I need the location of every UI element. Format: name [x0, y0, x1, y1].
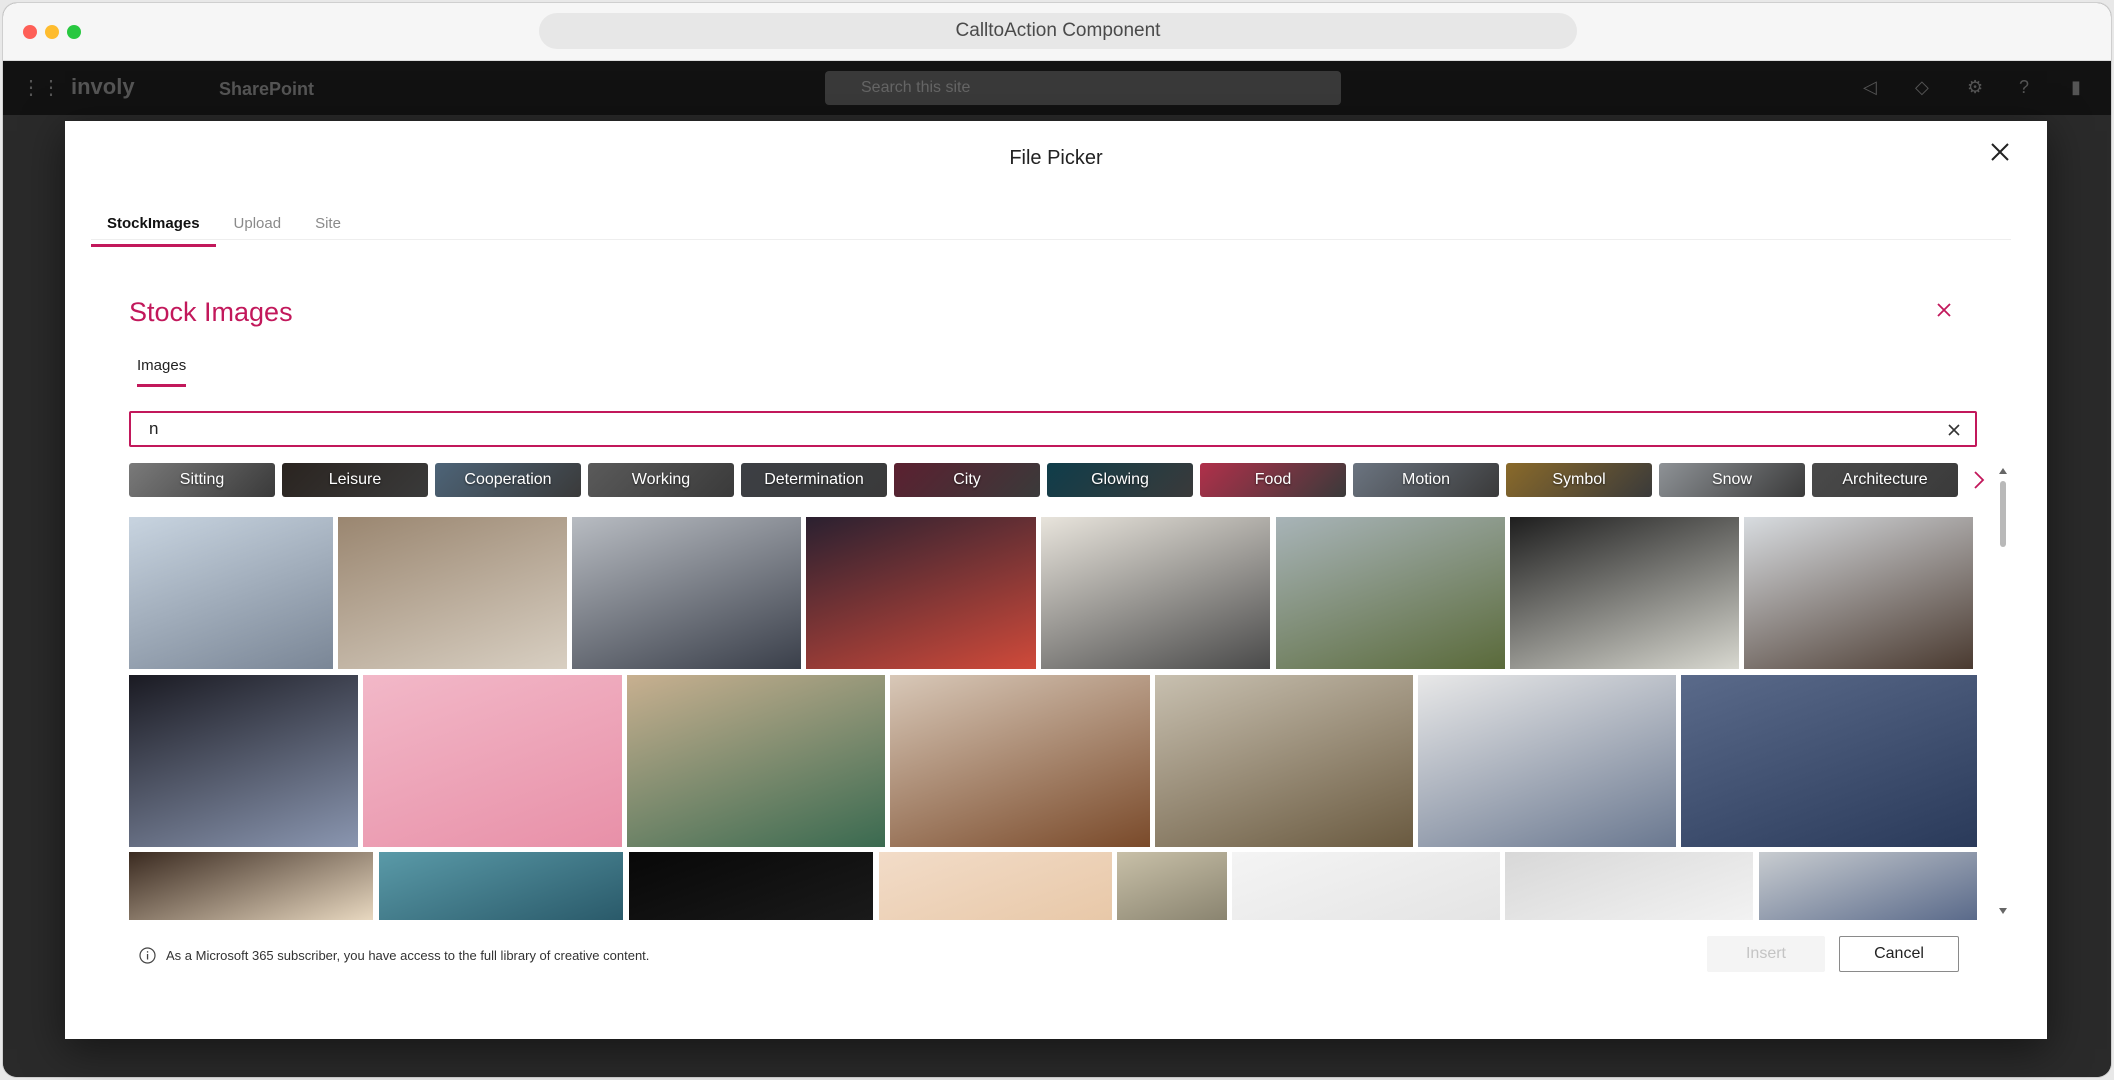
insert-button[interactable]: Insert — [1707, 936, 1825, 972]
category-chip[interactable]: Glowing — [1047, 463, 1193, 497]
category-chip[interactable]: Food — [1200, 463, 1346, 497]
stock-images-heading: Stock Images — [129, 297, 293, 327]
file-picker-dialog: File Picker StockImages Upload Site Stoc… — [65, 121, 2047, 1039]
stock-image-thumbnail[interactable] — [627, 675, 885, 847]
stock-image-thumbnail[interactable] — [1276, 517, 1505, 669]
cancel-button[interactable]: Cancel — [1839, 936, 1959, 972]
stock-image-thumbnail[interactable] — [1232, 852, 1500, 920]
tab-stockimages[interactable]: StockImages — [91, 203, 216, 247]
scrollbar-thumb[interactable] — [2000, 481, 2006, 547]
stock-image-thumbnail[interactable] — [629, 852, 873, 920]
stock-image-thumbnail[interactable] — [879, 852, 1112, 920]
topbar-actions: ◁ ◇ ⚙ ? ▮ — [1863, 77, 2091, 97]
category-chip[interactable]: Leisure — [282, 463, 428, 497]
site-search-input[interactable]: Search this site — [825, 71, 1341, 105]
picker-tabs: StockImages Upload Site — [91, 203, 359, 247]
app-launcher-icon[interactable]: ⋮⋮ — [21, 77, 61, 99]
stock-image-thumbnail[interactable] — [1759, 852, 1977, 920]
tab-images[interactable]: Images — [137, 357, 187, 387]
stock-image-thumbnail[interactable] — [363, 675, 622, 847]
category-chips: Sitting Leisure Cooperation Working Determin… — [129, 463, 1958, 497]
tab-upload[interactable]: Upload — [218, 203, 298, 247]
minimize-window-button[interactable] — [45, 25, 59, 39]
category-chip[interactable]: Motion — [1353, 463, 1499, 497]
category-chip[interactable]: Cooperation — [435, 463, 581, 497]
stock-image-thumbnail[interactable] — [1744, 517, 1973, 669]
category-chip[interactable]: Snow — [1659, 463, 1805, 497]
stock-image-thumbnail[interactable] — [1510, 517, 1739, 669]
info-text: As a Microsoft 365 subscriber, you have … — [166, 948, 650, 963]
dialog-title: File Picker — [1009, 147, 1103, 169]
maximize-window-button[interactable] — [67, 25, 81, 39]
close-stock-icon[interactable] — [1933, 299, 1955, 321]
org-logo[interactable]: involy — [71, 74, 135, 100]
category-chip[interactable]: Sitting — [129, 463, 275, 497]
tab-site[interactable]: Site — [299, 203, 357, 247]
category-chip[interactable]: Determination — [741, 463, 887, 497]
stock-image-thumbnail[interactable] — [129, 852, 373, 920]
stock-image-thumbnail[interactable] — [1418, 675, 1676, 847]
stock-image-thumbnail[interactable] — [1117, 852, 1227, 920]
stock-image-thumbnail[interactable] — [806, 517, 1036, 669]
image-search-box — [129, 411, 1977, 447]
stock-image-thumbnail[interactable] — [129, 675, 358, 847]
sharepoint-topbar: ⋮⋮ involy SharePoint Search this site ◁ … — [3, 61, 2111, 115]
close-window-button[interactable] — [23, 25, 37, 39]
scroll-up-icon[interactable] — [1998, 463, 2008, 474]
clear-search-icon[interactable] — [1945, 421, 1963, 439]
help-icon[interactable]: ? — [2019, 77, 2039, 97]
category-chip[interactable]: Symbol — [1506, 463, 1652, 497]
image-search-input[interactable] — [149, 417, 1909, 441]
category-chip[interactable]: City — [894, 463, 1040, 497]
window-title[interactable]: CalltoAction Component — [539, 13, 1577, 49]
stock-image-gallery — [129, 517, 1981, 920]
stock-image-thumbnail[interactable] — [1505, 852, 1753, 920]
category-chip[interactable]: Architecture — [1812, 463, 1958, 497]
app-name[interactable]: SharePoint — [219, 79, 314, 100]
category-chip[interactable]: Working — [588, 463, 734, 497]
subscriber-info: As a Microsoft 365 subscriber, you have … — [139, 947, 649, 964]
avatar[interactable]: ▮ — [2071, 77, 2091, 97]
stock-image-thumbnail[interactable] — [572, 517, 801, 669]
stock-image-thumbnail[interactable] — [1681, 675, 1977, 847]
chevron-right-icon[interactable] — [1969, 467, 1989, 493]
stock-image-thumbnail[interactable] — [338, 517, 567, 669]
share-icon[interactable]: ◇ — [1915, 77, 1935, 97]
megaphone-icon[interactable]: ◁ — [1863, 77, 1883, 97]
window-titlebar: CalltoAction Component — [3, 3, 2111, 61]
stock-image-thumbnail[interactable] — [1041, 517, 1270, 669]
stock-image-thumbnail[interactable] — [1155, 675, 1413, 847]
gear-icon[interactable]: ⚙ — [1967, 77, 1987, 97]
tabs-divider — [91, 239, 2011, 240]
info-icon — [139, 947, 156, 964]
close-icon[interactable] — [1983, 135, 2017, 169]
stock-image-thumbnail[interactable] — [890, 675, 1150, 847]
stock-image-thumbnail[interactable] — [129, 517, 333, 669]
stock-image-thumbnail[interactable] — [379, 852, 623, 920]
scroll-down-icon[interactable] — [1998, 903, 2008, 914]
